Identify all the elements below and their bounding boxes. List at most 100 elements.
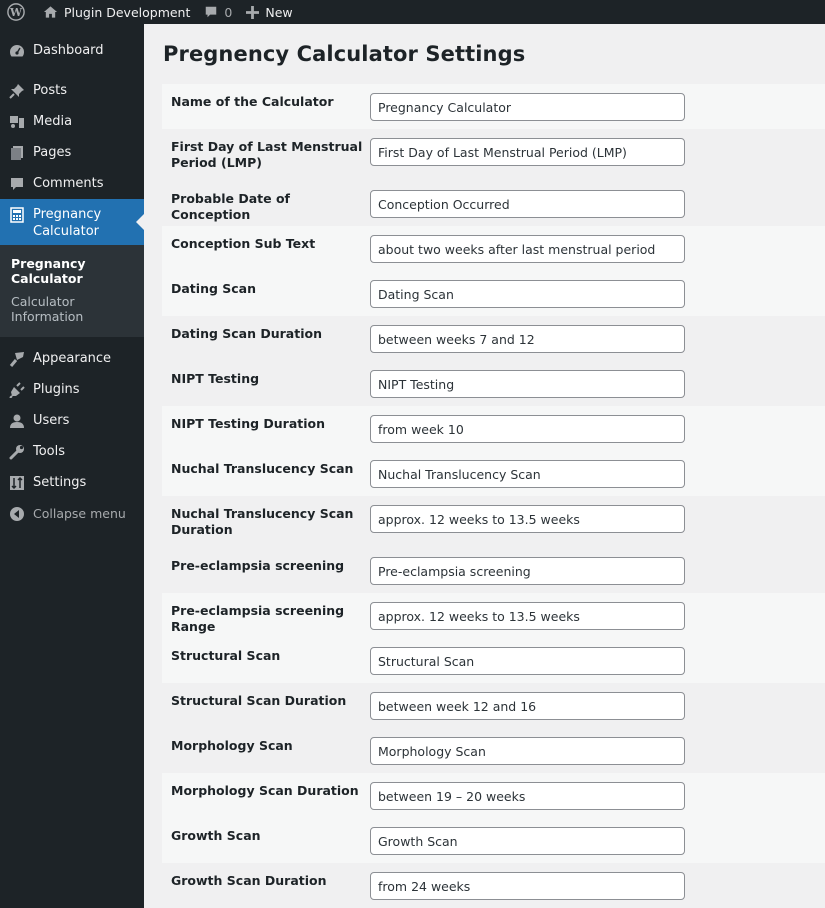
- morphology-scan-input[interactable]: [370, 737, 685, 765]
- paintbrush-icon: [9, 351, 25, 367]
- admin-sidebar: Dashboard Posts Media Pages Comments Pre…: [0, 24, 144, 908]
- conception-subtext-input[interactable]: [370, 235, 685, 263]
- collapse-menu-button[interactable]: Collapse menu: [0, 498, 144, 529]
- comments-count: 0: [224, 4, 233, 20]
- conception-date-input[interactable]: [370, 190, 685, 218]
- sidebar-item-appearance[interactable]: Appearance: [0, 343, 144, 374]
- nuchal-translucency-duration-input[interactable]: [370, 505, 685, 533]
- sidebar-item-label: Pregnancy Calculator: [33, 206, 101, 240]
- table-row: Dating Scan Duration: [162, 316, 825, 361]
- label-line-1: Pregnancy: [33, 207, 102, 222]
- field-label: NIPT Testing: [171, 371, 260, 386]
- settings-icon: [9, 475, 25, 491]
- table-row: Nuchal Translucency Scan Duration: [162, 496, 825, 548]
- pages-icon: [9, 145, 25, 161]
- wrench-icon: [9, 444, 25, 460]
- sidebar-item-media[interactable]: Media: [0, 106, 144, 137]
- submenu-item-calculator-information[interactable]: Calculator Information: [0, 290, 144, 328]
- growth-scan-duration-input[interactable]: [370, 872, 685, 900]
- calculator-icon: [9, 207, 25, 223]
- sidebar-item-pregnancy-calculator[interactable]: Pregnancy Calculator: [0, 199, 144, 245]
- home-icon: [43, 5, 58, 19]
- table-row: Structural Scan Duration: [162, 683, 825, 728]
- sidebar-item-pages[interactable]: Pages: [0, 137, 144, 168]
- nipt-testing-input[interactable]: [370, 370, 685, 398]
- collapse-menu-label: Collapse menu: [33, 506, 126, 521]
- sidebar-item-label: Settings: [33, 475, 87, 490]
- field-label: Pre-eclampsia screening: [171, 558, 345, 573]
- field-label: Growth Scan: [171, 828, 261, 843]
- new-label: New: [265, 4, 293, 20]
- nuchal-translucency-scan-input[interactable]: [370, 460, 685, 488]
- sidebar-item-label: Posts: [33, 83, 67, 98]
- field-label: Dating Scan: [171, 281, 257, 296]
- new-content-button[interactable]: New: [239, 0, 299, 24]
- nipt-testing-duration-input[interactable]: [370, 415, 685, 443]
- sidebar-item-label: Appearance: [33, 351, 112, 366]
- field-label: Nuchal Translucency Scan: [171, 461, 354, 476]
- collapse-arrow-icon: [9, 506, 25, 522]
- table-row: Conception Sub Text: [162, 226, 825, 271]
- table-row: Growth Scan Duration: [162, 863, 825, 908]
- lmp-input[interactable]: [370, 138, 685, 166]
- sidebar-item-users[interactable]: Users: [0, 405, 144, 436]
- table-row: NIPT Testing Duration: [162, 406, 825, 451]
- plugin-icon: [9, 381, 25, 398]
- growth-scan-input[interactable]: [370, 827, 685, 855]
- site-name-link[interactable]: Plugin Development: [36, 0, 197, 24]
- sidebar-item-posts[interactable]: Posts: [0, 75, 144, 106]
- dating-scan-duration-input[interactable]: [370, 325, 685, 353]
- field-label: Dating Scan Duration: [171, 326, 322, 341]
- field-label: Nuchal Translucency Scan Duration: [171, 506, 354, 537]
- media-icon: [9, 114, 25, 130]
- calculator-name-input[interactable]: [370, 93, 685, 121]
- structural-scan-duration-input[interactable]: [370, 692, 685, 720]
- field-label: Probable Date of Conception: [171, 191, 291, 222]
- label-line-2: Calculator: [33, 224, 100, 239]
- sidebar-item-label: Media: [33, 114, 73, 129]
- field-label: NIPT Testing Duration: [171, 416, 326, 431]
- main-content: Pregnency Calculator Settings Name of th…: [144, 24, 825, 908]
- page-title: Pregnency Calculator Settings: [163, 42, 526, 66]
- plus-icon: [246, 5, 260, 19]
- structural-scan-input[interactable]: [370, 647, 685, 675]
- sidebar-item-label: Pages: [33, 145, 72, 160]
- sidebar-item-plugins[interactable]: Plugins: [0, 374, 144, 405]
- dashboard-icon: [9, 43, 25, 59]
- sidebar-item-tools[interactable]: Tools: [0, 436, 144, 467]
- table-row: Growth Scan: [162, 818, 825, 863]
- comments-link[interactable]: 0: [197, 0, 239, 24]
- morphology-scan-duration-input[interactable]: [370, 782, 685, 810]
- sidebar-item-label: Comments: [33, 176, 104, 191]
- field-label: Morphology Scan Duration: [171, 783, 359, 798]
- submenu-item-pregnancy-calculator[interactable]: Pregnancy Calculator: [0, 252, 144, 290]
- settings-form-table: Name of the Calculator First Day of Last…: [162, 84, 825, 908]
- wordpress-logo-icon: W: [7, 3, 25, 21]
- table-row: Pre-eclampsia screening Range: [162, 593, 825, 638]
- table-row: Morphology Scan Duration: [162, 773, 825, 818]
- sidebar-item-label: Plugins: [33, 382, 80, 397]
- pregnancy-calculator-submenu: Pregnancy Calculator Calculator Informat…: [0, 245, 144, 337]
- sidebar-item-label: Users: [33, 413, 70, 428]
- comment-icon: [9, 176, 25, 192]
- pre-eclampsia-screening-input[interactable]: [370, 557, 685, 585]
- field-label: Morphology Scan: [171, 738, 293, 753]
- table-row: Probable Date of Conception: [162, 181, 825, 226]
- table-row: Structural Scan: [162, 638, 825, 683]
- field-label: Name of the Calculator: [171, 94, 334, 109]
- dating-scan-input[interactable]: [370, 280, 685, 308]
- wordpress-logo-button[interactable]: W: [0, 0, 36, 24]
- sidebar-item-dashboard[interactable]: Dashboard: [0, 35, 144, 66]
- sidebar-item-label: Tools: [33, 444, 66, 459]
- pre-eclampsia-range-input[interactable]: [370, 602, 685, 630]
- field-label: Growth Scan Duration: [171, 873, 327, 888]
- table-row: NIPT Testing: [162, 361, 825, 406]
- admin-bar: W Plugin Development 0 New: [0, 0, 825, 24]
- sidebar-item-label: Dashboard: [33, 43, 104, 58]
- field-label: Structural Scan Duration: [171, 693, 347, 708]
- table-row: First Day of Last Menstrual Period (LMP): [162, 129, 825, 181]
- sidebar-item-settings[interactable]: Settings: [0, 467, 144, 498]
- sidebar-item-comments[interactable]: Comments: [0, 168, 144, 199]
- svg-text:W: W: [9, 6, 23, 19]
- comment-bubble-icon: [204, 5, 218, 19]
